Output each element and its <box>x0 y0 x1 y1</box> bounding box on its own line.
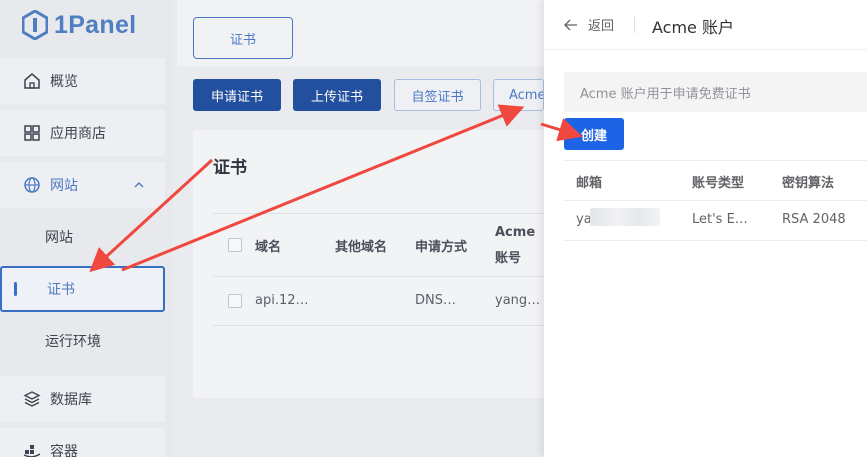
sidebar-item-overview[interactable]: 概览 <box>0 58 165 104</box>
table-divider <box>213 213 547 214</box>
logo-text: 1Panel <box>54 10 137 39</box>
column-header-email: 邮箱 <box>576 176 603 191</box>
tab-certificate[interactable]: 证书 <box>193 17 293 59</box>
sidebar-item-label: 证书 <box>47 282 75 298</box>
acme-account-button[interactable]: Acme <box>493 79 544 111</box>
upload-certificate-button[interactable]: 上传证书 <box>293 79 381 111</box>
chevron-up-icon <box>133 178 145 194</box>
sidebar-group-website[interactable]: 网站 <box>0 162 165 208</box>
sidebar-item-certificate[interactable]: 证书 <box>0 266 165 312</box>
sidebar-item-label: 应用商店 <box>50 126 106 142</box>
sidebar-item-container[interactable]: 容器 <box>0 428 165 457</box>
card-title: 证书 <box>213 158 247 178</box>
container-icon <box>22 441 42 457</box>
column-header-domain: 域名 <box>255 240 282 255</box>
sidebar-item-label: 运行环境 <box>45 334 101 350</box>
sidebar-item-label: 数据库 <box>50 392 92 408</box>
sidebar-item-website[interactable]: 网站 <box>0 214 165 260</box>
column-header-acme-account-line2: 账号 <box>495 251 522 266</box>
sidebar: 1Panel 概览 应用商店 网站 网站 证书 运行环境 数据库 容器 <box>0 0 173 457</box>
table-divider <box>564 240 867 241</box>
back-arrow-icon <box>564 19 578 31</box>
cell-account-type: Let's E… <box>692 212 748 227</box>
column-header-acme-account: Acme <box>495 225 536 240</box>
sidebar-item-app-store[interactable]: 应用商店 <box>0 110 165 156</box>
back-button[interactable]: 返回 <box>564 15 614 34</box>
table-divider <box>213 276 547 277</box>
column-header-account-type: 账号类型 <box>692 176 745 191</box>
cell-acme-account: yang… <box>495 293 541 308</box>
drawer-title: Acme 账户 <box>652 18 734 37</box>
column-header-key-algorithm: 密钥算法 <box>782 176 835 191</box>
app-logo[interactable]: 1Panel <box>22 8 136 42</box>
header-separator <box>634 17 635 33</box>
column-header-other-domains: 其他域名 <box>335 240 388 255</box>
database-icon <box>22 389 42 409</box>
acme-account-drawer: 返回 Acme 账户 Acme 账户用于申请免费证书 创建 邮箱 账号类型 密钥… <box>544 0 867 457</box>
cell-domain: api.12… <box>255 293 309 308</box>
globe-icon <box>22 175 42 195</box>
sidebar-item-label: 网站 <box>50 178 78 194</box>
cell-apply-method: DNS… <box>415 293 456 308</box>
redacted-email-blur <box>590 208 660 226</box>
select-all-checkbox[interactable] <box>228 238 242 252</box>
table-divider <box>564 160 867 161</box>
sidebar-item-runtime[interactable]: 运行环境 <box>0 318 165 364</box>
home-icon <box>22 71 42 91</box>
row-checkbox[interactable] <box>228 294 242 308</box>
logo-icon <box>22 10 48 40</box>
self-signed-certificate-button[interactable]: 自签证书 <box>394 79 481 111</box>
column-header-apply-method: 申请方式 <box>415 240 468 255</box>
table-divider <box>564 200 867 201</box>
sidebar-item-label: 网站 <box>45 230 73 246</box>
sidebar-item-database[interactable]: 数据库 <box>0 376 165 422</box>
app-store-icon <box>22 123 42 143</box>
apply-certificate-button[interactable]: 申请证书 <box>193 79 281 111</box>
create-button[interactable]: 创建 <box>564 118 624 150</box>
header-divider <box>544 49 867 50</box>
sidebar-item-label: 概览 <box>50 74 78 90</box>
sidebar-item-label: 容器 <box>50 444 78 457</box>
table-divider <box>213 325 547 326</box>
cell-key-algorithm: RSA 2048 <box>782 212 846 227</box>
back-label: 返回 <box>588 19 615 34</box>
active-indicator <box>14 282 17 296</box>
info-alert: Acme 账户用于申请免费证书 <box>564 72 867 112</box>
